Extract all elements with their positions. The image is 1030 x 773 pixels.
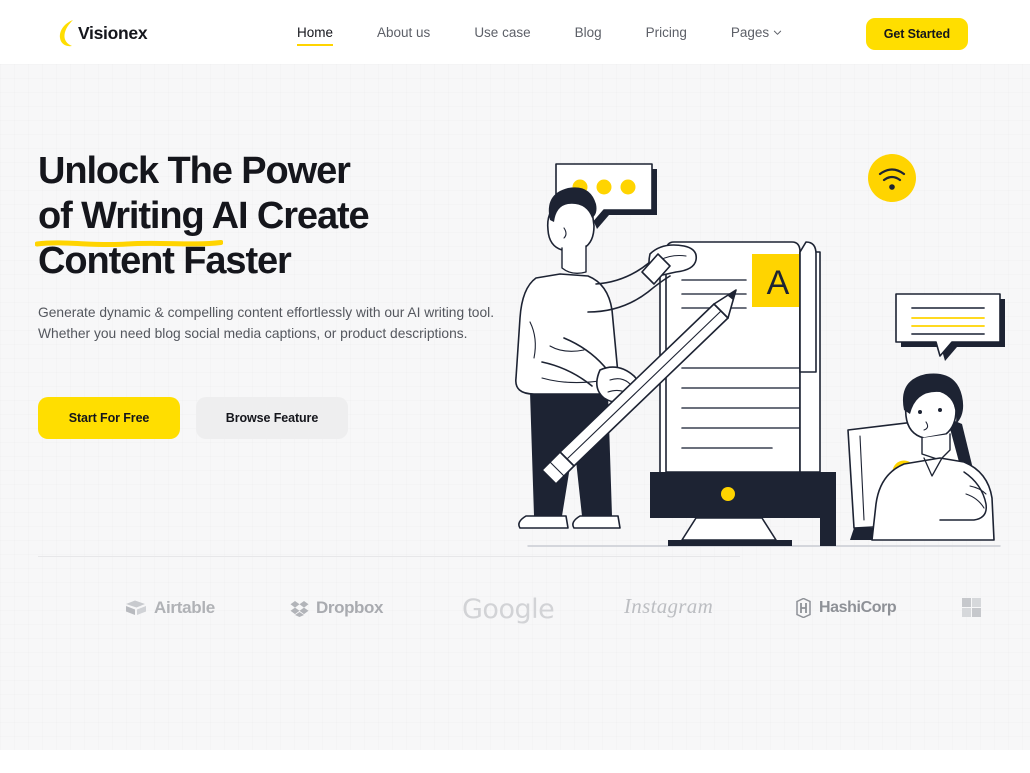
site-header: Visionex Home About us Use case Blog Pri… [0,0,1030,64]
brand-label: HashiCorp [819,599,897,616]
headline-line-2-text: of Writing AI Create [38,195,370,237]
microsoft-icon [962,598,981,617]
nav-label: Blog [574,24,602,40]
brand-logo-microsoft [962,598,989,618]
nav-label: Pricing [645,24,687,40]
browse-feature-button[interactable]: Browse Feature [196,397,348,439]
brand-label: Airtable [154,598,215,617]
brand-logo-airtable: Airtable [125,598,215,618]
landing-page: Visionex Home About us Use case Blog Pri… [0,0,1030,773]
nav-item-home[interactable]: Home [297,19,334,46]
brand-label: Dropbox [316,598,384,617]
svg-text:A: A [767,264,790,302]
hero-section: Unlock The Power of Writing AI Create Co… [0,64,1030,750]
brand-logo-hashicorp: HashiCorp [795,598,897,618]
page-title: Unlock The Power of Writing AI Create Co… [35,149,468,284]
brand-logo-dropbox: Dropbox [290,598,383,618]
brand-label: Google [462,594,555,625]
dropbox-icon [290,600,309,617]
headline-line-3: Content Faster [38,240,292,282]
main-nav: Home About us Use case Blog Pricing Page… [297,0,782,64]
brand-label: Instagram [624,594,714,618]
monitor-icon: A [650,241,836,546]
logo[interactable]: Visionex [57,18,148,48]
nav-item-pricing[interactable]: Pricing [646,19,687,46]
hero-subtitle: Generate dynamic & compelling content ef… [38,305,495,341]
wifi-icon [868,154,916,202]
nav-item-use-case[interactable]: Use case [474,19,530,46]
nav-item-blog[interactable]: Blog [575,19,602,46]
get-started-button[interactable]: Get Started [865,18,968,50]
hashicorp-icon [796,598,811,618]
brand-logo-google: Google [462,594,555,625]
nav-item-pages[interactable]: Pages [731,19,782,46]
hero-illustration: A [515,154,1005,547]
nav-label: About us [377,24,431,40]
brands-divider [38,556,740,557]
nav-label: Pages [730,24,770,40]
nav-label: Home [297,24,334,40]
nav-label: Use case [474,24,531,40]
brand-logo-instagram: Instagram [624,596,713,617]
logo-leaf-icon [59,20,73,47]
airtable-icon [126,600,146,615]
brand-logos-row: Airtable Dropbox Google Instagram HashiC… [0,586,1030,650]
start-for-free-button[interactable]: Start For Free [38,397,180,439]
chevron-down-icon [774,30,782,35]
chat-bubble-icon [895,293,1005,361]
headline-line-1: Unlock The Power [38,150,351,192]
headline-line-2: of Writing AI Create [35,194,468,248]
nav-item-about-us[interactable]: About us [377,19,430,46]
logo-text: Visionex [78,22,148,43]
hero-cta-row: Start For Free Browse Feature [38,397,348,439]
